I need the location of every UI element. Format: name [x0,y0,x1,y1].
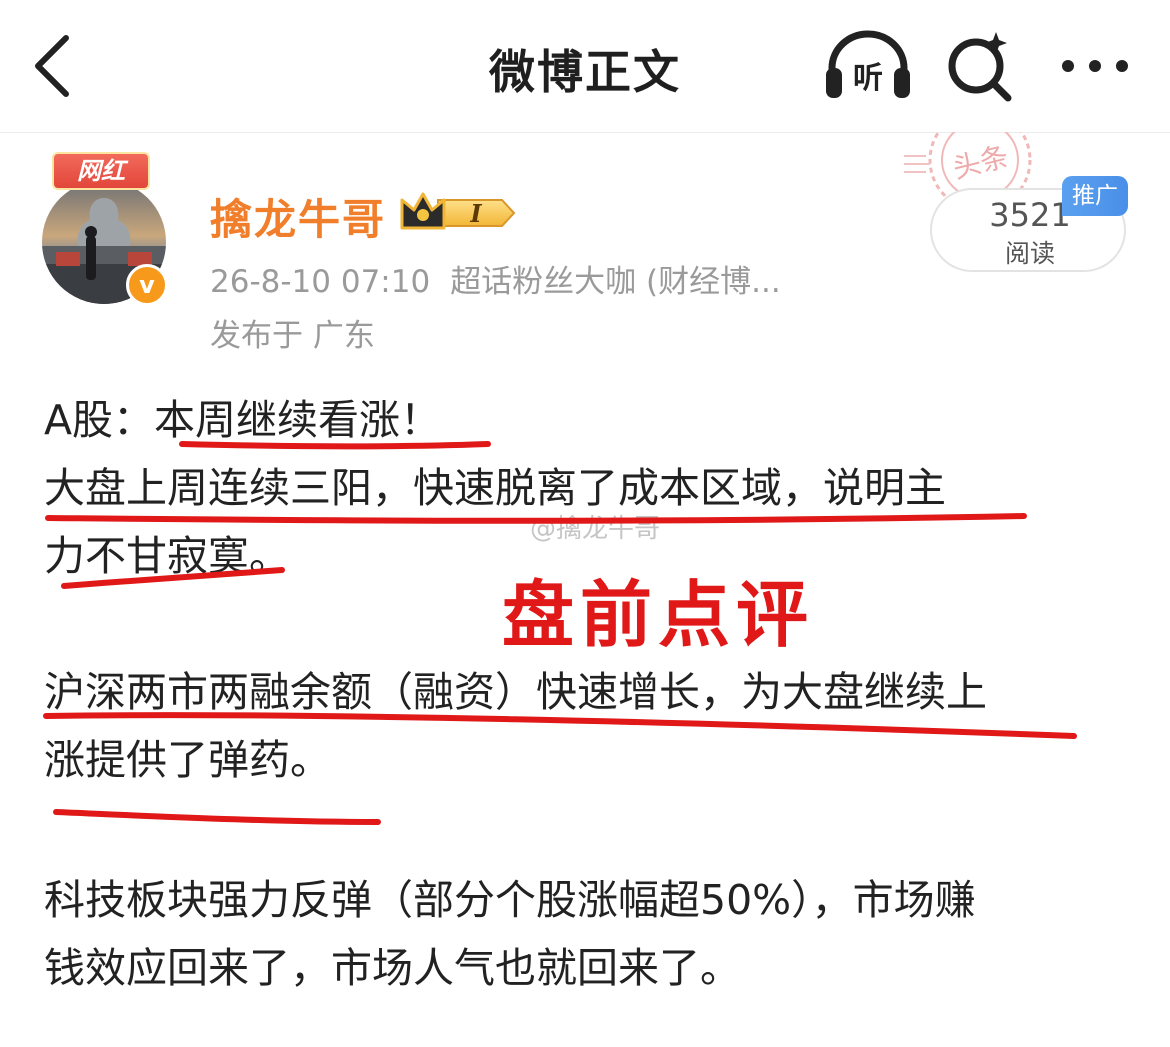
post-source[interactable]: 超话粉丝大咖 (财经博... [450,264,781,300]
back-button[interactable] [22,28,92,104]
more-options-button[interactable] [1050,40,1140,92]
influencer-badge: 网红 [52,152,150,190]
paragraph-3: 科技板块强力反弹（部分个股涨幅超50%），市场赚 钱效应回来了，市场人气也就回来… [44,866,976,1002]
stamp-text: 头条 [949,140,1011,186]
paragraph-line: 涨提供了弹药。 [44,736,331,784]
level-badge[interactable]: I [398,188,516,238]
level-number: I [469,199,482,228]
paragraph-line: A股：本周继续看涨！ [44,396,442,444]
listen-label: 听 [853,61,883,96]
post-location: 发布于 广东 [210,318,375,354]
author-name[interactable]: 擒龙牛哥 [210,186,386,247]
read-label: 阅读 [1004,239,1055,268]
paragraph-line: 大盘上周连续三阳，快速脱离了成本区域，说明主 [44,464,946,512]
promotion-tag[interactable]: 推广 [1062,176,1128,216]
headphones-icon: 听 [826,30,910,98]
paragraph-line: 钱效应回来了，市场人气也就回来了。 [44,944,741,992]
post-meta: 26-8-10 07:10 超话粉丝大咖 (财经博... [210,256,781,301]
annotation-title: 盘前点评 [502,573,815,657]
more-icon [1062,60,1128,72]
top-nav-bar: 微博正文 听 [0,0,1170,133]
paragraph-2: 沪深两市两融余额（融资）快速增长，为大盘继续上 涨提供了弹药。 [44,658,987,794]
paragraph-line: 沪深两市两融余额（融资）快速增长，为大盘继续上 [44,668,987,716]
listen-button[interactable]: 听 [822,28,914,104]
back-arrow-icon [35,35,69,97]
search-icon [948,32,1012,102]
post-datetime: 26-8-10 07:10 [210,264,431,300]
verified-badge: v [126,264,168,306]
search-button[interactable] [940,26,1020,106]
paragraph-line: 科技板块强力反弹（部分个股涨幅超50%），市场赚 [44,876,976,924]
